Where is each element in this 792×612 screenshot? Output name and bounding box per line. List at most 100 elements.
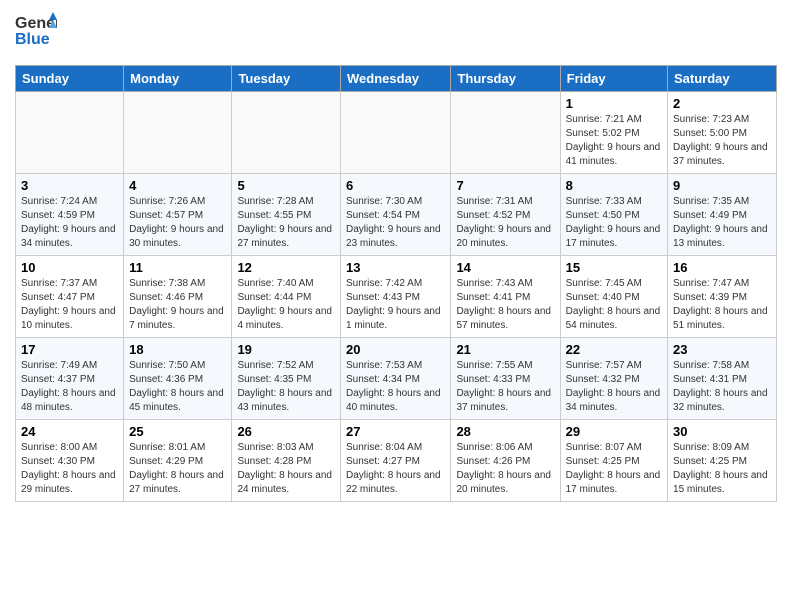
calendar-cell: 3 Sunrise: 7:24 AM Sunset: 4:59 PM Daylig… [16, 174, 124, 256]
day-number: 30 [673, 424, 771, 439]
day-info: Sunrise: 8:09 AM Sunset: 4:25 PM Dayligh… [673, 441, 771, 497]
page-container: General Blue SundayMondayTuesdayWednesda… [0, 0, 792, 512]
day-number: 16 [673, 260, 771, 275]
day-info: Sunrise: 7:55 AM Sunset: 4:33 PM Dayligh… [456, 359, 554, 415]
day-number: 14 [456, 260, 554, 275]
calendar-header-friday: Friday [560, 66, 667, 92]
day-number: 2 [673, 96, 771, 111]
day-number: 22 [566, 342, 662, 357]
calendar-cell [16, 92, 124, 174]
calendar-week-row: 3 Sunrise: 7:24 AM Sunset: 4:59 PM Daylig… [16, 174, 777, 256]
day-number: 23 [673, 342, 771, 357]
calendar-cell: 23 Sunrise: 7:58 AM Sunset: 4:31 PM Dayli… [668, 338, 777, 420]
day-info: Sunrise: 8:03 AM Sunset: 4:28 PM Dayligh… [237, 441, 335, 497]
day-info: Sunrise: 8:00 AM Sunset: 4:30 PM Dayligh… [21, 441, 118, 497]
day-info: Sunrise: 7:33 AM Sunset: 4:50 PM Dayligh… [566, 195, 662, 251]
calendar-header-row: SundayMondayTuesdayWednesdayThursdayFrid… [16, 66, 777, 92]
day-number: 21 [456, 342, 554, 357]
day-info: Sunrise: 7:37 AM Sunset: 4:47 PM Dayligh… [21, 277, 118, 333]
calendar-cell: 5 Sunrise: 7:28 AM Sunset: 4:55 PM Daylig… [232, 174, 341, 256]
day-number: 29 [566, 424, 662, 439]
calendar-cell: 4 Sunrise: 7:26 AM Sunset: 4:57 PM Daylig… [124, 174, 232, 256]
calendar-cell: 13 Sunrise: 7:42 AM Sunset: 4:43 PM Dayli… [341, 256, 451, 338]
logo: General Blue [15, 10, 57, 57]
day-number: 7 [456, 178, 554, 193]
day-info: Sunrise: 7:26 AM Sunset: 4:57 PM Dayligh… [129, 195, 226, 251]
day-number: 27 [346, 424, 445, 439]
calendar-week-row: 24 Sunrise: 8:00 AM Sunset: 4:30 PM Dayli… [16, 420, 777, 502]
day-info: Sunrise: 8:07 AM Sunset: 4:25 PM Dayligh… [566, 441, 662, 497]
day-number: 13 [346, 260, 445, 275]
calendar-header-tuesday: Tuesday [232, 66, 341, 92]
day-number: 9 [673, 178, 771, 193]
day-info: Sunrise: 7:23 AM Sunset: 5:00 PM Dayligh… [673, 113, 771, 169]
calendar-week-row: 17 Sunrise: 7:49 AM Sunset: 4:37 PM Dayli… [16, 338, 777, 420]
calendar-cell: 11 Sunrise: 7:38 AM Sunset: 4:46 PM Dayli… [124, 256, 232, 338]
calendar-header-sunday: Sunday [16, 66, 124, 92]
svg-text:Blue: Blue [15, 31, 50, 48]
calendar-cell: 22 Sunrise: 7:57 AM Sunset: 4:32 PM Dayli… [560, 338, 667, 420]
day-info: Sunrise: 7:35 AM Sunset: 4:49 PM Dayligh… [673, 195, 771, 251]
calendar-cell: 19Sunrise: 7:52 AM Sunset: 4:35 PM Dayli… [232, 338, 341, 420]
day-info: Sunrise: 7:31 AM Sunset: 4:52 PM Dayligh… [456, 195, 554, 251]
calendar-cell: 30 Sunrise: 8:09 AM Sunset: 4:25 PM Dayli… [668, 420, 777, 502]
calendar-cell [341, 92, 451, 174]
day-info: Sunrise: 7:24 AM Sunset: 4:59 PM Dayligh… [21, 195, 118, 251]
calendar-header-wednesday: Wednesday [341, 66, 451, 92]
day-info: Sunrise: 7:45 AM Sunset: 4:40 PM Dayligh… [566, 277, 662, 333]
calendar-cell: 16Sunrise: 7:47 AM Sunset: 4:39 PM Dayli… [668, 256, 777, 338]
calendar-cell: 25Sunrise: 8:01 AM Sunset: 4:29 PM Dayli… [124, 420, 232, 502]
calendar-header-thursday: Thursday [451, 66, 560, 92]
day-number: 26 [237, 424, 335, 439]
day-number: 12 [237, 260, 335, 275]
day-info: Sunrise: 7:28 AM Sunset: 4:55 PM Dayligh… [237, 195, 335, 251]
day-number: 4 [129, 178, 226, 193]
day-number: 19 [237, 342, 335, 357]
calendar-cell: 9 Sunrise: 7:35 AM Sunset: 4:49 PM Daylig… [668, 174, 777, 256]
calendar-header-saturday: Saturday [668, 66, 777, 92]
day-number: 17 [21, 342, 118, 357]
calendar-cell: 18 Sunrise: 7:50 AM Sunset: 4:36 PM Dayli… [124, 338, 232, 420]
day-number: 24 [21, 424, 118, 439]
calendar-header-monday: Monday [124, 66, 232, 92]
day-number: 5 [237, 178, 335, 193]
day-info: Sunrise: 7:57 AM Sunset: 4:32 PM Dayligh… [566, 359, 662, 415]
day-number: 1 [566, 96, 662, 111]
calendar-cell [124, 92, 232, 174]
day-number: 6 [346, 178, 445, 193]
calendar-cell: 15 Sunrise: 7:45 AM Sunset: 4:40 PM Dayli… [560, 256, 667, 338]
day-info: Sunrise: 7:58 AM Sunset: 4:31 PM Dayligh… [673, 359, 771, 415]
calendar-cell: 10 Sunrise: 7:37 AM Sunset: 4:47 PM Dayli… [16, 256, 124, 338]
calendar-cell: 14Sunrise: 7:43 AM Sunset: 4:41 PM Dayli… [451, 256, 560, 338]
day-info: Sunrise: 8:01 AM Sunset: 4:29 PM Dayligh… [129, 441, 226, 497]
day-number: 28 [456, 424, 554, 439]
day-info: Sunrise: 7:40 AM Sunset: 4:44 PM Dayligh… [237, 277, 335, 333]
calendar-cell: 28 Sunrise: 8:06 AM Sunset: 4:26 PM Dayli… [451, 420, 560, 502]
day-info: Sunrise: 7:53 AM Sunset: 4:34 PM Dayligh… [346, 359, 445, 415]
day-number: 10 [21, 260, 118, 275]
day-info: Sunrise: 7:49 AM Sunset: 4:37 PM Dayligh… [21, 359, 118, 415]
calendar-cell: 2 Sunrise: 7:23 AM Sunset: 5:00 PM Daylig… [668, 92, 777, 174]
calendar-week-row: 10 Sunrise: 7:37 AM Sunset: 4:47 PM Dayli… [16, 256, 777, 338]
calendar-cell: 21 Sunrise: 7:55 AM Sunset: 4:33 PM Dayli… [451, 338, 560, 420]
header: General Blue [15, 10, 777, 57]
day-info: Sunrise: 8:06 AM Sunset: 4:26 PM Dayligh… [456, 441, 554, 497]
calendar-cell: 24 Sunrise: 8:00 AM Sunset: 4:30 PM Dayli… [16, 420, 124, 502]
calendar-cell: 12 Sunrise: 7:40 AM Sunset: 4:44 PM Dayli… [232, 256, 341, 338]
day-number: 8 [566, 178, 662, 193]
day-number: 20 [346, 342, 445, 357]
calendar-cell [232, 92, 341, 174]
calendar-cell: 29 Sunrise: 8:07 AM Sunset: 4:25 PM Dayli… [560, 420, 667, 502]
day-info: Sunrise: 7:30 AM Sunset: 4:54 PM Dayligh… [346, 195, 445, 251]
day-info: Sunrise: 7:21 AM Sunset: 5:02 PM Dayligh… [566, 113, 662, 169]
calendar-week-row: 1 Sunrise: 7:21 AM Sunset: 5:02 PM Daylig… [16, 92, 777, 174]
day-info: Sunrise: 7:50 AM Sunset: 4:36 PM Dayligh… [129, 359, 226, 415]
calendar-cell: 26 Sunrise: 8:03 AM Sunset: 4:28 PM Dayli… [232, 420, 341, 502]
day-info: Sunrise: 7:38 AM Sunset: 4:46 PM Dayligh… [129, 277, 226, 333]
calendar: SundayMondayTuesdayWednesdayThursdayFrid… [15, 65, 777, 502]
day-info: Sunrise: 7:42 AM Sunset: 4:43 PM Dayligh… [346, 277, 445, 333]
day-number: 11 [129, 260, 226, 275]
day-number: 3 [21, 178, 118, 193]
day-number: 18 [129, 342, 226, 357]
day-number: 15 [566, 260, 662, 275]
